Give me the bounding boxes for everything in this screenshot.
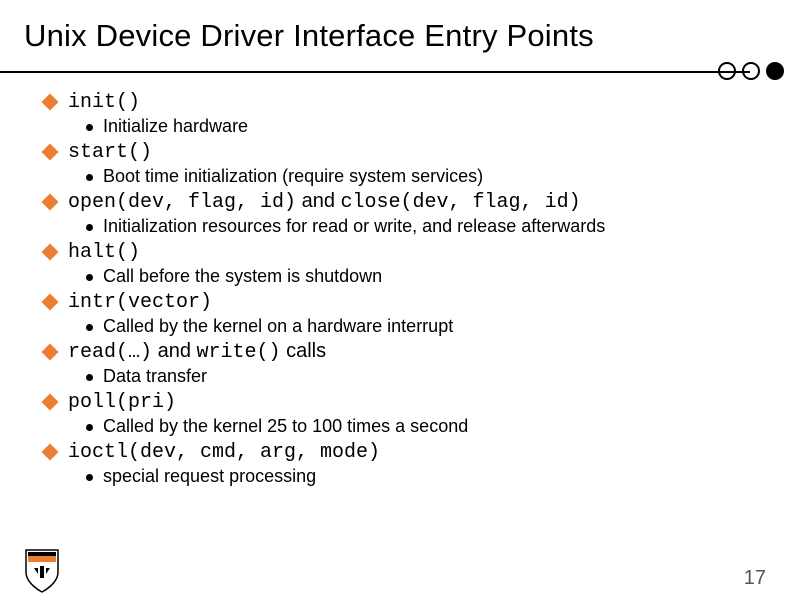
list-item: halt() Call before the system is shutdow… (40, 240, 732, 287)
disc-bullet-icon (86, 174, 93, 181)
code-text: start() (68, 141, 152, 164)
list-item: read(…) and write() calls Data transfer (40, 340, 732, 387)
diamond-bullet-icon (42, 394, 59, 411)
rule-line (0, 71, 750, 73)
desc-text: Data transfer (103, 366, 207, 387)
slide-title: Unix Device Driver Interface Entry Point… (0, 0, 792, 62)
desc-text: Called by the kernel on a hardware inter… (103, 316, 453, 337)
dot-filled-icon (766, 62, 784, 80)
code-text: poll(pri) (68, 391, 176, 414)
desc-text: Called by the kernel 25 to 100 times a s… (103, 416, 468, 437)
diamond-bullet-icon (42, 94, 59, 111)
list-item: init() Initialize hardware (40, 90, 732, 137)
princeton-shield-icon (24, 548, 60, 594)
desc-text: Initialization resources for read or wri… (103, 216, 605, 237)
rule-dots (718, 62, 784, 80)
diamond-bullet-icon (42, 144, 59, 161)
desc-text: Call before the system is shutdown (103, 266, 382, 287)
desc-text: Initialize hardware (103, 116, 248, 137)
disc-bullet-icon (86, 324, 93, 331)
list-item: poll(pri) Called by the kernel 25 to 100… (40, 390, 732, 437)
list-item: ioctl(dev, cmd, arg, mode) special reque… (40, 440, 732, 487)
list-item: start() Boot time initialization (requir… (40, 140, 732, 187)
list-item: intr(vector) Called by the kernel on a h… (40, 290, 732, 337)
page-number: 17 (744, 567, 766, 590)
disc-bullet-icon (86, 274, 93, 281)
code-text: read(…) and write() calls (68, 340, 326, 364)
disc-bullet-icon (86, 374, 93, 381)
desc-text: special request processing (103, 466, 316, 487)
disc-bullet-icon (86, 474, 93, 481)
code-text: halt() (68, 241, 140, 264)
code-text: intr(vector) (68, 291, 212, 314)
dot-outline-icon (742, 62, 760, 80)
diamond-bullet-icon (42, 194, 59, 211)
code-text: init() (68, 91, 140, 114)
diamond-bullet-icon (42, 444, 59, 461)
dot-outline-icon (718, 62, 736, 80)
disc-bullet-icon (86, 224, 93, 231)
list-item: open(dev, flag, id) and close(dev, flag,… (40, 190, 732, 237)
code-text: ioctl(dev, cmd, arg, mode) (68, 441, 380, 464)
diamond-bullet-icon (42, 344, 59, 361)
diamond-bullet-icon (42, 294, 59, 311)
disc-bullet-icon (86, 124, 93, 131)
diamond-bullet-icon (42, 244, 59, 261)
desc-text: Boot time initialization (require system… (103, 166, 483, 187)
content-area: init() Initialize hardware start() Boot … (0, 90, 792, 487)
title-rule (0, 62, 792, 82)
disc-bullet-icon (86, 424, 93, 431)
code-text: open(dev, flag, id) and close(dev, flag,… (68, 190, 581, 214)
